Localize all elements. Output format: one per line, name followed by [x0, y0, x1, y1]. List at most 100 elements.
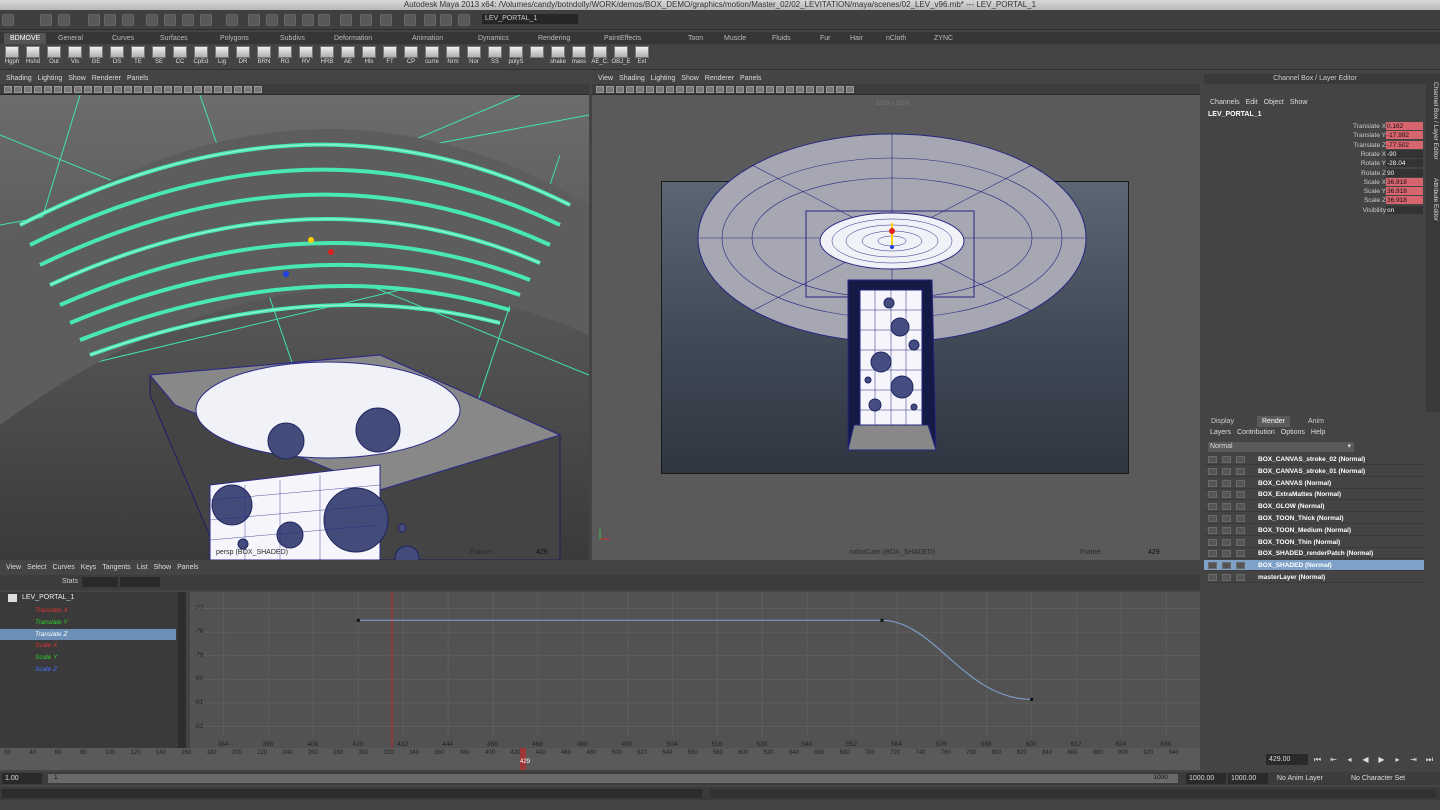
- graph-attribute-row[interactable]: Scale Y: [0, 652, 176, 663]
- outliner-object[interactable]: LEV_PORTAL_1: [22, 594, 74, 601]
- menu-item[interactable]: Object: [1264, 99, 1284, 106]
- shelf-button[interactable]: SE: [149, 46, 169, 68]
- layer-toggle-icon[interactable]: [1236, 538, 1245, 546]
- layer-toggle-icon[interactable]: [1236, 562, 1245, 570]
- status-tool-icon[interactable]: [146, 14, 158, 26]
- viewport-tool-icon[interactable]: [254, 86, 262, 93]
- status-tool-icon[interactable]: [104, 14, 116, 26]
- status-tool-icon[interactable]: [284, 14, 296, 26]
- render-layer-row[interactable]: BOX_ExtraMattes (Normal): [1204, 489, 1424, 501]
- menu-item[interactable]: Shading: [6, 75, 32, 82]
- menu-item[interactable]: Show: [681, 75, 699, 82]
- shelf-tab[interactable]: Dynamics: [472, 33, 515, 44]
- layer-blend-select[interactable]: Normal ▾: [1208, 442, 1354, 452]
- render-layer-row[interactable]: BOX_TOON_Medium (Normal): [1204, 525, 1424, 536]
- menu-item[interactable]: Edit: [1246, 99, 1258, 106]
- channel-row[interactable]: Visibility on: [1204, 205, 1424, 215]
- shelf-button[interactable]: AE_C.: [590, 46, 610, 68]
- shelf-button[interactable]: FT: [380, 46, 400, 68]
- status-tool-icon[interactable]: [440, 14, 452, 26]
- anim-layer-select[interactable]: No Anim Layer: [1274, 773, 1344, 784]
- status-tool-icon[interactable]: [2, 14, 14, 26]
- step-forward-icon[interactable]: ▸: [1392, 754, 1403, 765]
- menu-item[interactable]: Shading: [619, 75, 645, 82]
- mel-command-input[interactable]: [2, 789, 702, 798]
- status-tool-icon[interactable]: [424, 14, 436, 26]
- menu-item[interactable]: Panels: [740, 75, 761, 82]
- menu-item[interactable]: Select: [27, 564, 46, 571]
- status-tool-icon[interactable]: [266, 14, 278, 26]
- graph-curve-area[interactable]: -77 -78 -79 -80 -81 -82 384 396 408 420 432 444 456 4…: [190, 592, 1200, 748]
- shelf-button[interactable]: [527, 46, 547, 68]
- layer-toggle-icon[interactable]: [1208, 538, 1217, 546]
- viewport-tool-icon[interactable]: [74, 86, 82, 93]
- shelf-tab[interactable]: Polygons: [214, 33, 255, 44]
- layer-editor-tab[interactable]: Display: [1206, 416, 1239, 427]
- viewport-tool-icon[interactable]: [114, 86, 122, 93]
- viewport-tool-icon[interactable]: [144, 86, 152, 93]
- status-tool-icon[interactable]: [360, 14, 372, 26]
- status-tool-icon[interactable]: [88, 14, 100, 26]
- shelf-button[interactable]: shake: [548, 46, 568, 68]
- shelf-button[interactable]: Lig: [212, 46, 232, 68]
- viewport-tool-icon[interactable]: [34, 86, 42, 93]
- shelf-tab[interactable]: Rendering: [532, 33, 576, 44]
- status-tool-icon[interactable]: [164, 14, 176, 26]
- status-tool-icon[interactable]: [226, 14, 238, 26]
- viewport-tool-icon[interactable]: [726, 86, 734, 93]
- menu-item[interactable]: Show: [1290, 99, 1308, 106]
- layer-toggle-icon[interactable]: [1208, 467, 1217, 475]
- viewport-tool-icon[interactable]: [154, 86, 162, 93]
- viewport-tool-icon[interactable]: [164, 86, 172, 93]
- shelf-button[interactable]: polyS: [506, 46, 526, 68]
- time-slider[interactable]: 30 40 60 80 100 120 140 160 180 200 220 240 260 280 30…: [0, 748, 1200, 770]
- layer-toggle-icon[interactable]: [1236, 515, 1245, 522]
- viewport-tool-icon[interactable]: [746, 86, 754, 93]
- graph-attribute-row[interactable]: Scale X: [0, 640, 176, 651]
- layer-toggle-icon[interactable]: [1208, 550, 1217, 558]
- viewport-persp[interactable]: Shading Lighting Show Renderer Panels pe…: [0, 74, 589, 560]
- shelf-button[interactable]: CC: [170, 46, 190, 68]
- viewport-tool-icon[interactable]: [64, 86, 72, 93]
- menu-item[interactable]: Help: [1311, 429, 1325, 436]
- shelf-button[interactable]: Hls: [359, 46, 379, 68]
- layer-toggle-icon[interactable]: [1236, 526, 1245, 534]
- status-tool-icon[interactable]: [340, 14, 352, 26]
- viewport-tool-icon[interactable]: [756, 86, 764, 93]
- viewport-tool-icon[interactable]: [194, 86, 202, 93]
- side-tab[interactable]: Channel Box / Layer Editor: [1427, 82, 1439, 160]
- shelf-button[interactable]: Out: [44, 46, 64, 68]
- viewport-tool-icon[interactable]: [706, 86, 714, 93]
- status-tool-icon[interactable]: [182, 14, 194, 26]
- layer-toggle-icon[interactable]: [1208, 526, 1217, 534]
- outliner-scrollbar[interactable]: [178, 592, 186, 748]
- menu-item[interactable]: View: [6, 564, 21, 571]
- render-layer-row[interactable]: BOX_CANVAS_stroke_02 (Normal): [1204, 454, 1424, 465]
- shelf-tab[interactable]: Animation: [406, 33, 449, 44]
- layer-toggle-icon[interactable]: [1208, 456, 1217, 463]
- viewport-tool-icon[interactable]: [54, 86, 62, 93]
- viewport-tool-icon[interactable]: [656, 86, 664, 93]
- status-tool-icon[interactable]: [40, 14, 52, 26]
- play-forward-icon[interactable]: ▶: [1376, 754, 1387, 765]
- channel-value[interactable]: -77.502: [1386, 140, 1423, 149]
- character-set-select[interactable]: No Character Set: [1348, 773, 1436, 784]
- viewport-tool-icon[interactable]: [836, 86, 844, 93]
- viewport-tool-icon[interactable]: [94, 86, 102, 93]
- viewport-tool-icon[interactable]: [234, 86, 242, 93]
- layer-toggle-icon[interactable]: [1222, 538, 1231, 546]
- shelf-button[interactable]: Vis: [65, 46, 85, 68]
- viewport-tool-icon[interactable]: [84, 86, 92, 93]
- status-tool-icon[interactable]: [200, 14, 212, 26]
- status-tool-icon[interactable]: [248, 14, 260, 26]
- layer-toggle-icon[interactable]: [1222, 503, 1231, 511]
- menu-item[interactable]: Keys: [81, 564, 97, 571]
- channel-row[interactable]: Rotate Z 90: [1204, 168, 1424, 178]
- shelf-tab[interactable]: Deformation: [328, 33, 378, 44]
- viewport-tool-icon[interactable]: [214, 86, 222, 93]
- shelf-button[interactable]: SS: [485, 46, 505, 68]
- graph-attribute-row[interactable]: Scale Z: [0, 664, 176, 675]
- shelf-tab[interactable]: Fur: [814, 33, 837, 44]
- layer-toggle-icon[interactable]: [1236, 491, 1245, 499]
- channel-value[interactable]: -90: [1386, 149, 1423, 158]
